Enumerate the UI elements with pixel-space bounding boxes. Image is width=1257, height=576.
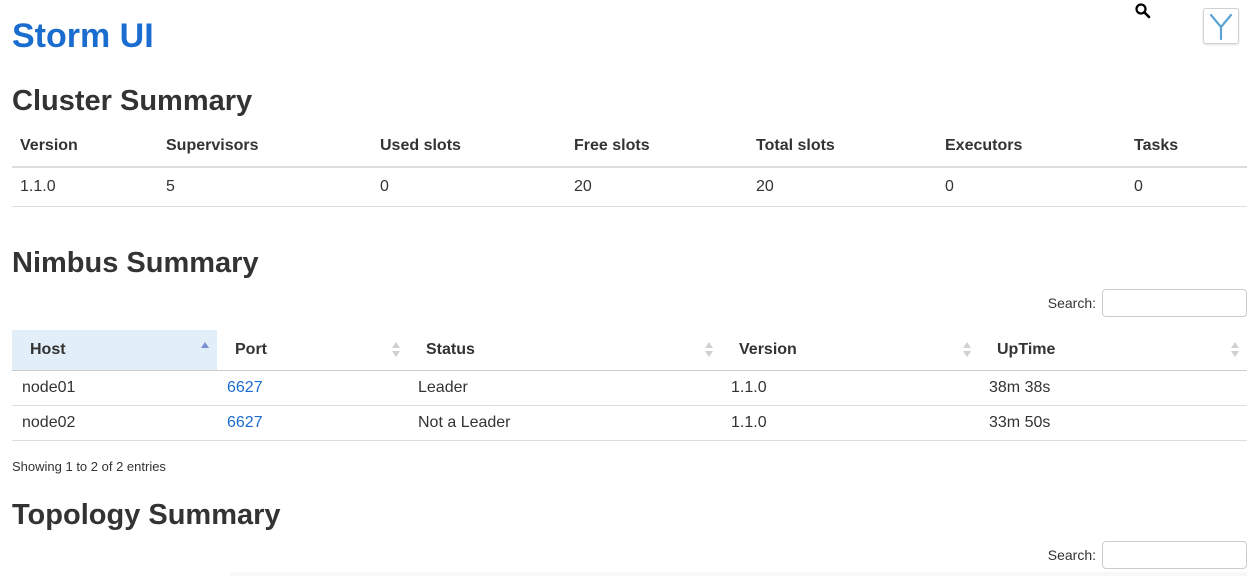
- sort-both-icon: [392, 341, 400, 359]
- cell-status: Leader: [408, 370, 721, 406]
- cell-host: node01: [12, 370, 217, 406]
- search-icon[interactable]: [1134, 2, 1152, 20]
- cell-version: 1.1.0: [12, 167, 158, 207]
- sort-ascending-icon: [201, 341, 209, 359]
- cell-total-slots: 20: [748, 167, 937, 207]
- nimbus-search-label: Search:: [1047, 295, 1096, 311]
- cell-status: Not a Leader: [408, 405, 721, 441]
- cell-supervisors: 5: [158, 167, 372, 207]
- table-row: 1.1.0 5 0 20 20 0 0: [12, 167, 1247, 207]
- cell-used-slots: 0: [372, 167, 566, 207]
- column-header-version[interactable]: Version: [721, 330, 979, 371]
- column-header-status[interactable]: Status: [408, 330, 721, 371]
- column-header-executors: Executors: [937, 126, 1126, 168]
- storm-logo[interactable]: [1203, 8, 1239, 44]
- cell-version: 1.1.0: [721, 370, 979, 406]
- cell-uptime: 33m 50s: [979, 405, 1247, 441]
- topology-search-input[interactable]: [1102, 541, 1247, 569]
- port-link[interactable]: 6627: [227, 379, 263, 396]
- column-header-version-label: Version: [739, 341, 797, 358]
- column-header-host[interactable]: Host: [12, 330, 217, 371]
- cell-port: 6627: [217, 405, 408, 441]
- sort-both-icon: [1231, 341, 1239, 359]
- column-header-free-slots: Free slots: [566, 126, 748, 168]
- storm-y-logo-icon: [1209, 13, 1233, 41]
- cluster-summary-table: Version Supervisors Used slots Free slot…: [12, 126, 1247, 207]
- column-header-uptime[interactable]: UpTime: [979, 330, 1247, 371]
- topology-table-top-edge: [230, 572, 1247, 576]
- sort-both-icon: [963, 341, 971, 359]
- topology-search-label: Search:: [1047, 547, 1096, 563]
- column-header-host-label: Host: [30, 341, 66, 358]
- table-entries-info: Showing 1 to 2 of 2 entries: [12, 459, 166, 474]
- cell-uptime: 38m 38s: [979, 370, 1247, 406]
- port-link[interactable]: 6627: [227, 414, 263, 431]
- cluster-summary-title: Cluster Summary: [12, 85, 253, 117]
- column-header-tasks: Tasks: [1126, 126, 1247, 168]
- table-header-row: Host Port Status Version UpTime: [12, 330, 1247, 371]
- nimbus-search: Search:: [1048, 289, 1247, 317]
- app-title-link[interactable]: Storm UI: [12, 14, 154, 58]
- column-header-used-slots: Used slots: [372, 126, 566, 168]
- column-header-uptime-label: UpTime: [997, 341, 1056, 358]
- cell-version: 1.1.0: [721, 405, 979, 441]
- nimbus-search-input[interactable]: [1102, 289, 1247, 317]
- page: Storm UI Cluster Summary Version Supervi…: [0, 0, 1257, 576]
- cell-tasks: 0: [1126, 167, 1247, 207]
- sort-both-icon: [705, 341, 713, 359]
- cell-free-slots: 20: [566, 167, 748, 207]
- cell-host: node02: [12, 405, 217, 441]
- column-header-port-label: Port: [235, 341, 267, 358]
- column-header-version: Version: [12, 126, 158, 168]
- table-row: node01 6627 Leader 1.1.0 38m 38s: [12, 370, 1247, 406]
- topology-summary-title: Topology Summary: [12, 499, 281, 531]
- column-header-total-slots: Total slots: [748, 126, 937, 168]
- nimbus-summary-title: Nimbus Summary: [12, 247, 259, 279]
- nimbus-summary-table: Host Port Status Version UpTime node01 6…: [12, 330, 1247, 441]
- topology-search: Search:: [1048, 541, 1247, 569]
- column-header-port[interactable]: Port: [217, 330, 408, 371]
- table-header-row: Version Supervisors Used slots Free slot…: [12, 126, 1247, 168]
- table-row: node02 6627 Not a Leader 1.1.0 33m 50s: [12, 405, 1247, 441]
- column-header-supervisors: Supervisors: [158, 126, 372, 168]
- column-header-status-label: Status: [426, 341, 475, 358]
- cell-port: 6627: [217, 370, 408, 406]
- cell-executors: 0: [937, 167, 1126, 207]
